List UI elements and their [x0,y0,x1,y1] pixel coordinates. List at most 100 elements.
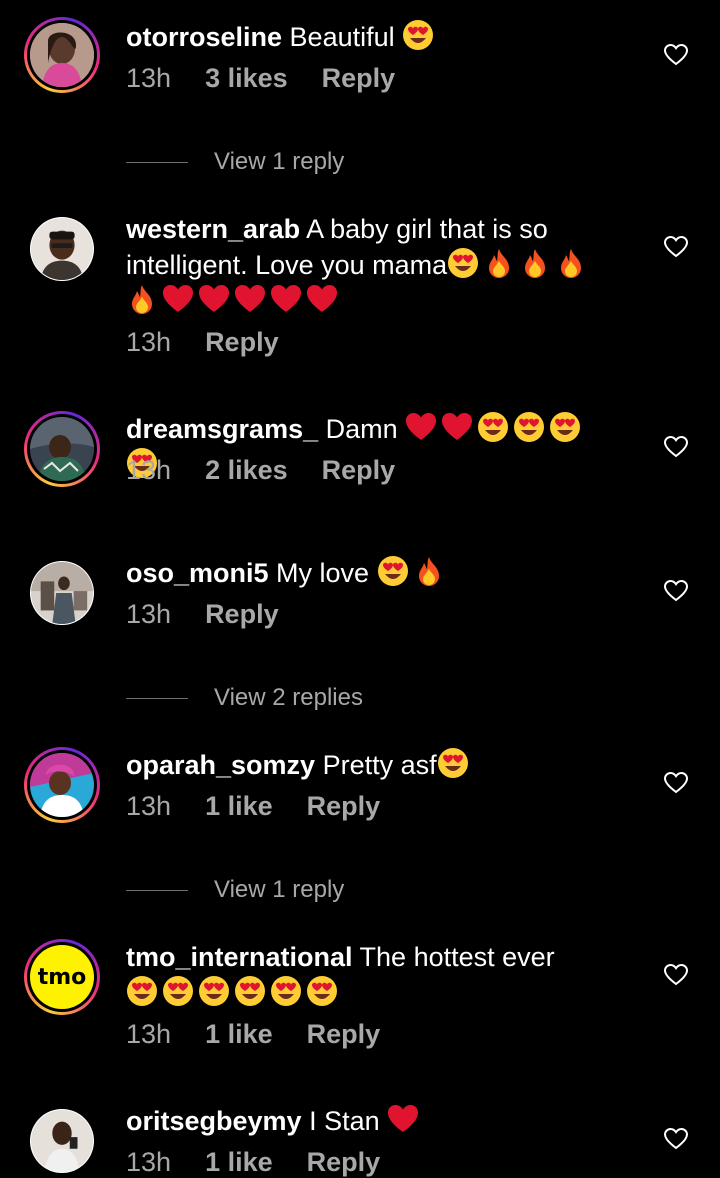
heart-eyes-emoji [477,411,509,443]
heart-eyes-emoji [447,247,479,279]
comment-meta: 13h 2 likes Reply [126,455,395,486]
heart-eyes-emoji [270,975,302,1007]
avatar-photo [31,562,93,624]
tmo-logo: tmo [30,945,94,1009]
reply-button[interactable]: Reply [307,791,381,822]
comment-message: My love [276,558,370,588]
view-replies-label: View 2 replies [214,684,363,711]
view-replies-label: View 1 reply [214,148,345,175]
divider [126,889,188,891]
reply-button[interactable]: Reply [205,327,279,358]
heart-eyes-emoji [126,975,158,1007]
avatar[interactable] [24,17,100,93]
heart-eyes-emoji [377,555,409,587]
comment-time: 13h [126,1019,172,1049]
avatar-photo [31,1110,93,1172]
fire-emoji [519,247,551,279]
comment-message: The hottest ever [359,942,555,972]
reply-button[interactable]: Reply [307,1147,381,1178]
avatar-photo [30,753,94,817]
comment-text: western_arab A baby girl that is so inte… [126,211,596,319]
avatar-photo [30,417,94,481]
comment-meta: 13h 3 likes Reply [126,63,395,94]
fire-emoji [483,247,515,279]
fire-emoji [126,283,158,315]
like-heart-icon[interactable] [664,772,688,794]
avatar-photo [30,23,94,87]
divider [126,697,188,699]
comment-username[interactable]: western_arab [126,214,300,244]
comment-username[interactable]: tmo_international [126,942,353,972]
comment-message: Damn [325,414,398,444]
divider [126,161,188,163]
red-heart-emoji [162,283,194,315]
red-heart-emoji [441,411,473,443]
comment-time: 13h [126,791,172,821]
comment-username[interactable]: oritsegbeymy [126,1106,302,1136]
heart-eyes-emoji [198,975,230,1007]
comment-time: 13h [126,327,172,357]
heart-eyes-emoji [549,411,581,443]
like-heart-icon[interactable] [664,44,688,66]
avatar[interactable] [24,747,100,823]
comment-text: oparah_somzy Pretty asf [126,747,596,783]
heart-eyes-emoji [234,975,266,1007]
reply-button[interactable]: Reply [322,455,396,486]
heart-eyes-emoji [437,747,469,779]
comment-likes[interactable]: 3 likes [205,63,288,94]
avatar[interactable] [30,217,94,281]
view-replies-button[interactable]: View 1 reply [126,876,344,904]
like-heart-icon[interactable] [664,964,688,986]
comment-username[interactable]: oparah_somzy [126,750,315,780]
comment-time: 13h [126,1147,172,1177]
fire-emoji [413,555,445,587]
comment-text: otorroseline Beautiful [126,19,596,55]
comment-meta: 13h 1 like Reply [126,1147,380,1178]
comment-time: 13h [126,455,172,485]
red-heart-emoji [306,283,338,315]
comment-meta: 13h Reply [126,599,279,630]
like-heart-icon[interactable] [664,236,688,258]
comment-time: 13h [126,599,172,629]
red-heart-emoji [198,283,230,315]
comment-username[interactable]: otorroseline [126,22,282,52]
comment-time: 13h [126,63,172,93]
view-replies-label: View 1 reply [214,876,345,903]
red-heart-emoji [270,283,302,315]
comment-username[interactable]: dreamsgrams_ [126,414,318,444]
heart-eyes-emoji [402,19,434,51]
avatar[interactable] [30,1109,94,1173]
comment-text: oso_moni5 My love [126,555,596,591]
reply-button[interactable]: Reply [322,63,396,94]
avatar[interactable] [24,411,100,487]
comment-likes[interactable]: 1 like [205,1019,273,1050]
comment-text: oritsegbeymy I Stan [126,1103,596,1139]
reply-button[interactable]: Reply [205,599,279,630]
comment-meta: 13h Reply [126,327,279,358]
comment-message: Beautiful [289,22,395,52]
avatar-logo-text: tmo [37,964,87,990]
avatar[interactable] [30,561,94,625]
comment-likes[interactable]: 1 like [205,791,273,822]
avatar[interactable]: tmo [24,939,100,1015]
heart-eyes-emoji [513,411,545,443]
red-heart-emoji [405,411,437,443]
reply-button[interactable]: Reply [307,1019,381,1050]
view-replies-button[interactable]: View 2 replies [126,684,363,712]
comment-likes[interactable]: 2 likes [205,455,288,486]
heart-eyes-emoji [306,975,338,1007]
view-replies-button[interactable]: View 1 reply [126,148,344,176]
comment-message: Pretty asf [322,750,437,780]
like-heart-icon[interactable] [664,436,688,458]
comment-likes[interactable]: 1 like [205,1147,273,1178]
heart-eyes-emoji [162,975,194,1007]
like-heart-icon[interactable] [664,580,688,602]
fire-emoji [555,247,587,279]
red-heart-emoji [234,283,266,315]
comment-message: I Stan [309,1106,380,1136]
comment-username[interactable]: oso_moni5 [126,558,269,588]
comment-text: tmo_international The hottest ever [126,939,596,1011]
avatar-photo [31,218,93,280]
comment-meta: 13h 1 like Reply [126,1019,380,1050]
like-heart-icon[interactable] [664,1128,688,1150]
